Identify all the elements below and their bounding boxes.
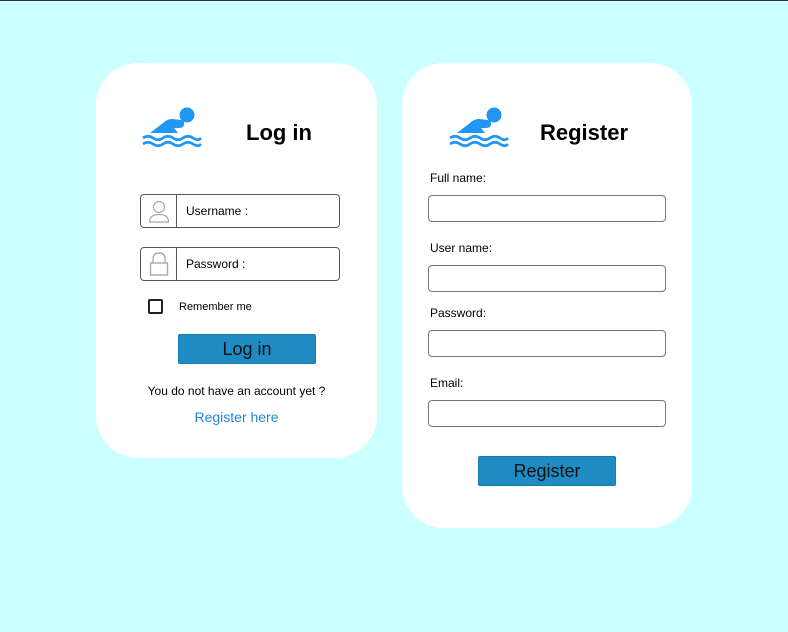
- password-input[interactable]: [428, 330, 666, 357]
- register-title: Register: [540, 120, 629, 145]
- email-input[interactable]: [428, 400, 666, 427]
- username-field[interactable]: Username :: [140, 194, 340, 228]
- login-card: Log in Username : Password : Remember me…: [96, 63, 377, 458]
- no-account-text: You do not have an account yet ?: [147, 384, 326, 398]
- remember-me-label: Remember me: [179, 301, 252, 313]
- register-card: Register Full name: User name: Password:…: [402, 63, 692, 528]
- login-title: Log in: [246, 120, 312, 145]
- swimmer-icon: [449, 107, 509, 148]
- username-input[interactable]: [428, 265, 666, 292]
- fullname-label: Full name:: [430, 171, 487, 185]
- register-button[interactable]: Register: [478, 456, 616, 486]
- password-label: Password:: [430, 306, 487, 320]
- password-field[interactable]: Password :: [140, 247, 340, 281]
- password-label: Password :: [186, 257, 246, 271]
- fullname-input[interactable]: [428, 195, 666, 222]
- email-label: Email:: [430, 376, 464, 390]
- register-here-link[interactable]: Register here: [96, 409, 377, 425]
- username-label: Username :: [186, 204, 249, 218]
- remember-me-checkbox[interactable]: [148, 299, 163, 314]
- user-icon: [141, 195, 177, 227]
- username-label: User name:: [430, 241, 493, 255]
- lock-icon: [141, 248, 177, 280]
- login-button[interactable]: Log in: [178, 334, 316, 364]
- swimmer-icon: [142, 107, 202, 148]
